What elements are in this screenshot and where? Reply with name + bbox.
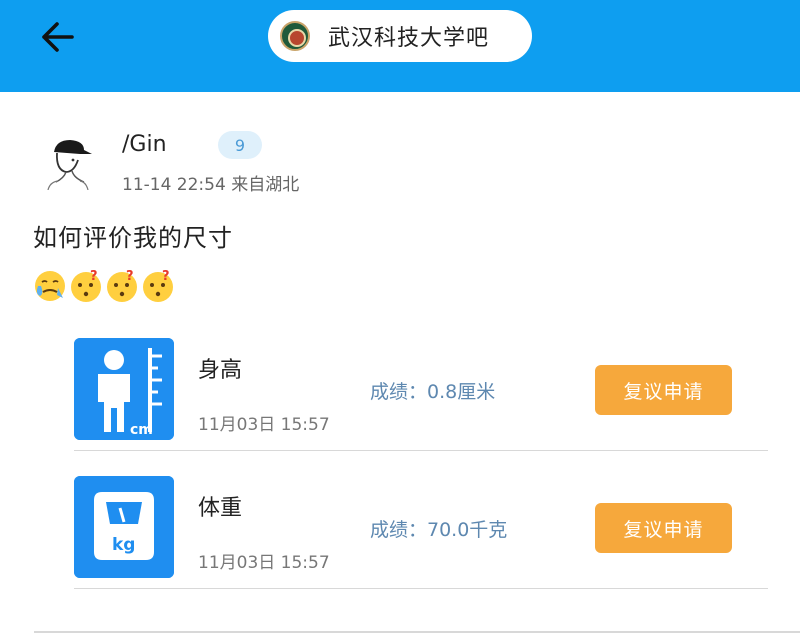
svg-text:?: ?	[126, 269, 134, 284]
record-item: cm 身高 11月03日 15:57 成绩：0.8厘米 复议申请	[74, 338, 768, 451]
record-score: 成绩：70.0千克	[370, 519, 508, 541]
level-badge: 9	[218, 131, 262, 159]
top-bar: 武汉科技大学吧	[0, 0, 800, 92]
back-button[interactable]	[34, 14, 80, 60]
svg-text:?: ?	[90, 269, 98, 284]
record-item: kg 体重 11月03日 15:57 成绩：70.0千克 复议申请	[74, 476, 768, 589]
forum-name: 武汉科技大学吧	[328, 26, 490, 51]
divider	[34, 631, 800, 633]
confused-emoji-icon: ?	[107, 269, 137, 302]
arrow-left-icon	[42, 22, 74, 52]
post-meta: 11-14 22:54 来自湖北	[122, 175, 300, 195]
review-request-button[interactable]: 复议申请	[595, 503, 732, 553]
emoji-row: ? ? ?	[32, 268, 176, 304]
username[interactable]: /Gin	[122, 132, 167, 157]
svg-text:cm: cm	[130, 422, 153, 438]
post-title: 如何评价我的尺寸	[33, 224, 233, 252]
height-ruler-icon: cm	[74, 338, 174, 440]
record-score: 成绩：0.8厘米	[370, 381, 496, 403]
record-name: 体重	[198, 496, 243, 521]
confused-emoji-icon: ?	[71, 269, 101, 302]
avatar[interactable]	[40, 134, 96, 190]
weight-scale-icon: kg	[74, 476, 174, 578]
university-logo-icon	[280, 21, 310, 51]
confused-emoji-icon: ?	[143, 269, 173, 302]
svg-text:?: ?	[162, 269, 170, 284]
forum-pill[interactable]: 武汉科技大学吧	[268, 10, 532, 62]
record-time: 11月03日 15:57	[198, 415, 330, 435]
crying-sweat-emoji-icon	[35, 271, 65, 301]
review-request-button[interactable]: 复议申请	[595, 365, 732, 415]
svg-text:kg: kg	[112, 535, 135, 555]
record-name: 身高	[198, 358, 243, 383]
record-time: 11月03日 15:57	[198, 553, 330, 573]
